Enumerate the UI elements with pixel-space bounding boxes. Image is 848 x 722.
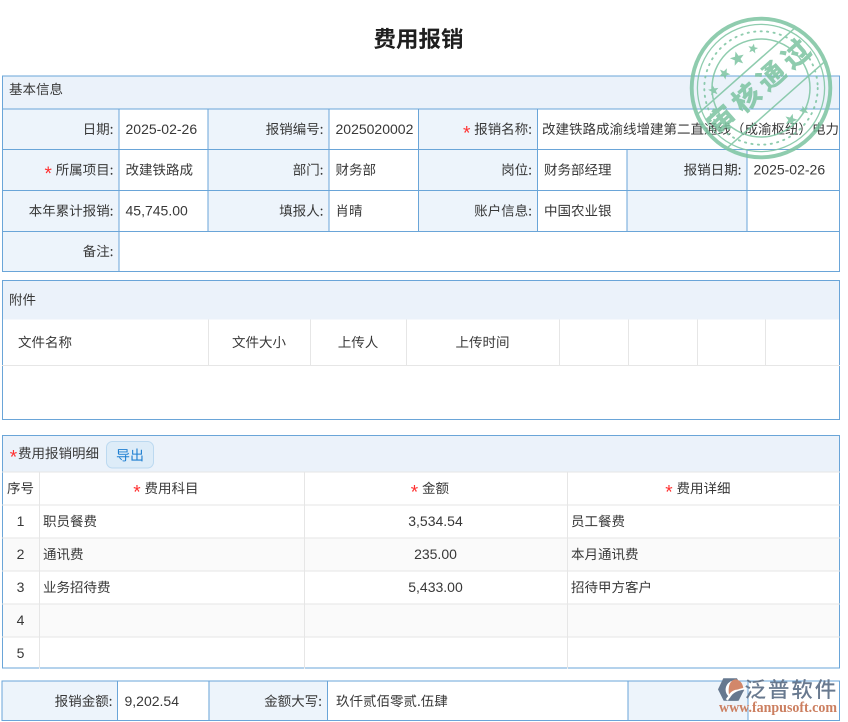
svg-text:4: 4 bbox=[17, 612, 25, 628]
svg-text:9,202.54: 9,202.54 bbox=[125, 693, 180, 709]
svg-text:3: 3 bbox=[17, 579, 25, 595]
svg-text:*: * bbox=[665, 483, 673, 504]
svg-text:*: * bbox=[463, 123, 471, 144]
svg-text:3,534.54: 3,534.54 bbox=[408, 513, 463, 529]
svg-text:2025020002: 2025020002 bbox=[336, 121, 414, 137]
svg-text:235.00: 235.00 bbox=[414, 546, 457, 562]
svg-text:*: * bbox=[10, 448, 18, 469]
svg-text:*: * bbox=[411, 483, 419, 504]
svg-text:2025-02-26: 2025-02-26 bbox=[754, 162, 826, 178]
svg-text:2025-02-26: 2025-02-26 bbox=[126, 121, 198, 137]
svg-text:5: 5 bbox=[17, 645, 25, 661]
svg-text:*: * bbox=[133, 483, 141, 504]
svg-text:2: 2 bbox=[17, 546, 25, 562]
svg-text:5,433.00: 5,433.00 bbox=[408, 579, 463, 595]
svg-text:www.fanpusoft.com: www.fanpusoft.com bbox=[719, 700, 837, 716]
svg-text:*: * bbox=[44, 164, 52, 185]
svg-text:1: 1 bbox=[17, 513, 25, 529]
svg-text:45,745.00: 45,745.00 bbox=[126, 203, 188, 219]
